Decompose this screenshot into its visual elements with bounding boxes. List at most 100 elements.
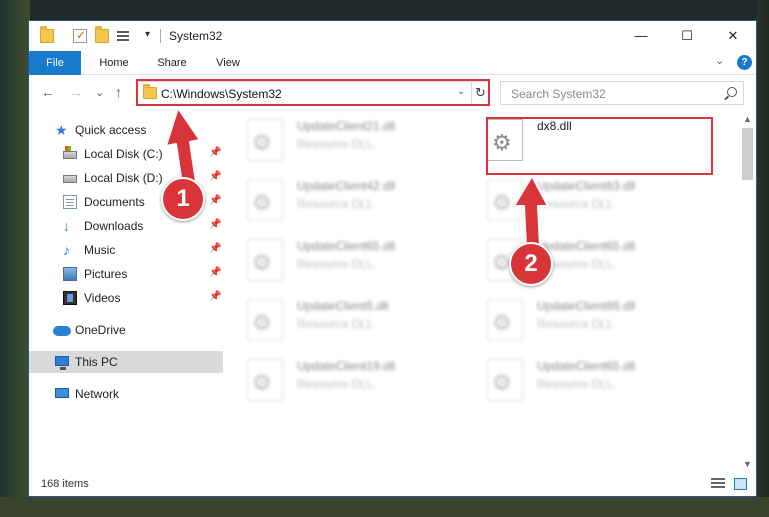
sidebar-item-network[interactable]: Network: [29, 383, 223, 405]
desktop-background-left: [0, 0, 30, 517]
file-name: UpdateClient65.dll: [297, 239, 396, 253]
sidebar-item-this-pc[interactable]: This PC: [29, 351, 223, 373]
dll-file-icon: [247, 239, 283, 281]
large-icons-view-icon[interactable]: [734, 478, 747, 490]
file-item[interactable]: UpdateClient65.dll Resource DLL: [465, 231, 695, 287]
file-item[interactable]: UpdateClient42.dll Resource DLL: [225, 171, 455, 227]
dll-file-icon: [487, 179, 523, 221]
sidebar-item-label: Downloads: [84, 219, 144, 233]
file-item[interactable]: UpdateClient65.dll Resource DLL: [465, 291, 695, 347]
videos-icon: [63, 291, 77, 305]
file-item[interactable]: UpdateClient21.dll Resource DLL: [225, 111, 455, 167]
file-name: UpdateClient63.dll: [537, 179, 636, 193]
sidebar-item-videos[interactable]: Videos 📌: [29, 287, 223, 309]
sidebar-item-label: This PC: [75, 355, 118, 369]
scroll-down-icon[interactable]: ▼: [739, 456, 756, 473]
title-bar: ▾ System32 — ☐ ✕: [29, 21, 756, 51]
file-item[interactable]: UpdateClient63.dll Resource DLL: [465, 171, 695, 227]
file-item[interactable]: UpdateClient65.dll Resource DLL: [465, 351, 695, 407]
sidebar-item-label: Network: [75, 387, 120, 401]
search-icon[interactable]: [727, 87, 737, 97]
file-type: Resource DLL: [537, 197, 614, 211]
file-type: Resource DLL: [297, 317, 374, 331]
qat-dropdown-icon[interactable]: ▾: [145, 29, 150, 40]
star-icon: ★: [55, 122, 68, 138]
pin-icon[interactable]: 📌: [209, 171, 221, 182]
back-button[interactable]: ←: [41, 84, 55, 100]
search-placeholder[interactable]: Search System32: [511, 87, 606, 101]
maximize-button[interactable]: ☐: [664, 21, 710, 51]
close-button[interactable]: ✕: [710, 21, 756, 51]
file-item[interactable]: UpdateClient65.dll Resource DLL: [225, 231, 455, 287]
expand-ribbon-icon[interactable]: ⌄: [715, 54, 724, 67]
scroll-thumb[interactable]: [742, 128, 753, 180]
sidebar-item-pictures[interactable]: Pictures 📌: [29, 263, 223, 285]
details-view-icon[interactable]: [711, 478, 725, 490]
pin-icon[interactable]: 📌: [209, 147, 221, 158]
forward-button[interactable]: →: [69, 84, 83, 100]
sidebar-item-music[interactable]: ♪ Music 📌: [29, 239, 223, 261]
dll-file-icon: [247, 299, 283, 341]
dll-file-icon: [247, 179, 283, 221]
item-count: 168 items: [41, 478, 89, 490]
tab-share[interactable]: Share: [147, 51, 197, 75]
sidebar-item-downloads[interactable]: ↓ Downloads 📌: [29, 215, 223, 237]
sidebar-item-label: Local Disk (D:): [84, 171, 163, 185]
sidebar-item-label: Music: [84, 243, 116, 257]
step-2-badge: 2: [509, 242, 553, 286]
file-name: UpdateClient19.dll: [297, 359, 396, 373]
search-box[interactable]: Search System32: [500, 81, 744, 105]
dll-file-icon: [487, 359, 523, 401]
sidebar-item-quick-access[interactable]: ★ Quick access: [29, 119, 223, 141]
customize-toolbar-icon[interactable]: [117, 29, 131, 43]
help-icon[interactable]: ?: [737, 55, 752, 70]
minimize-button[interactable]: —: [618, 21, 664, 51]
title-separator: [160, 29, 161, 43]
dll-file-icon: [247, 119, 283, 161]
address-bar-highlight: [136, 79, 490, 106]
sidebar-item-label: Local Disk (C:): [84, 147, 163, 161]
dx8-file-highlight: [486, 117, 713, 175]
file-name: UpdateClient21.dll: [297, 119, 396, 133]
new-folder-icon[interactable]: [95, 26, 109, 43]
sidebar-item-label: Videos: [84, 291, 121, 305]
file-name: UpdateClient65.dll: [537, 299, 636, 313]
navigation-pane: ★ Quick access Local Disk (C:) 📌 Local D…: [29, 116, 223, 466]
sidebar-item-local-disk-c[interactable]: Local Disk (C:) 📌: [29, 143, 223, 165]
sidebar-item-onedrive[interactable]: OneDrive: [29, 319, 223, 341]
network-icon: [55, 388, 69, 398]
desktop-background-right: [757, 0, 769, 517]
pin-icon[interactable]: 📌: [209, 291, 221, 302]
file-name: UpdateClient5.dll: [297, 299, 389, 313]
up-button[interactable]: ↑: [115, 84, 122, 100]
file-type: Resource DLL: [297, 197, 374, 211]
file-item[interactable]: UpdateClient19.dll Resource DLL: [225, 351, 455, 407]
dll-file-icon: [247, 359, 283, 401]
computer-icon: [55, 356, 69, 370]
tab-view[interactable]: View: [205, 51, 251, 75]
step-1-badge: 1: [161, 177, 205, 221]
window-title: System32: [169, 29, 223, 43]
file-name: UpdateClient65.dll: [537, 239, 636, 253]
file-type: Resource DLL: [297, 257, 374, 271]
pin-icon[interactable]: 📌: [209, 267, 221, 278]
sidebar-item-label: OneDrive: [75, 323, 126, 337]
file-type: Resource DLL: [537, 317, 614, 331]
file-type: Resource DLL: [537, 377, 614, 391]
music-icon: ♪: [63, 242, 70, 258]
drive-icon: [63, 146, 77, 159]
ribbon-tabs: File Home Share View ⌄ ?: [29, 51, 756, 75]
pin-icon[interactable]: 📌: [209, 195, 221, 206]
pin-icon[interactable]: 📌: [209, 243, 221, 254]
properties-check-icon[interactable]: [73, 28, 87, 43]
scroll-up-icon[interactable]: ▲: [739, 111, 756, 128]
sidebar-item-label: Documents: [84, 195, 145, 209]
dll-file-icon: [487, 299, 523, 341]
pin-icon[interactable]: 📌: [209, 219, 221, 230]
recent-locations-button[interactable]: ⌄: [95, 86, 104, 99]
file-item[interactable]: UpdateClient5.dll Resource DLL: [225, 291, 455, 347]
vertical-scrollbar[interactable]: ▲ ▼: [739, 111, 756, 473]
folder-icon: [40, 26, 54, 43]
tab-home[interactable]: Home: [89, 51, 139, 75]
tab-file[interactable]: File: [29, 51, 81, 75]
